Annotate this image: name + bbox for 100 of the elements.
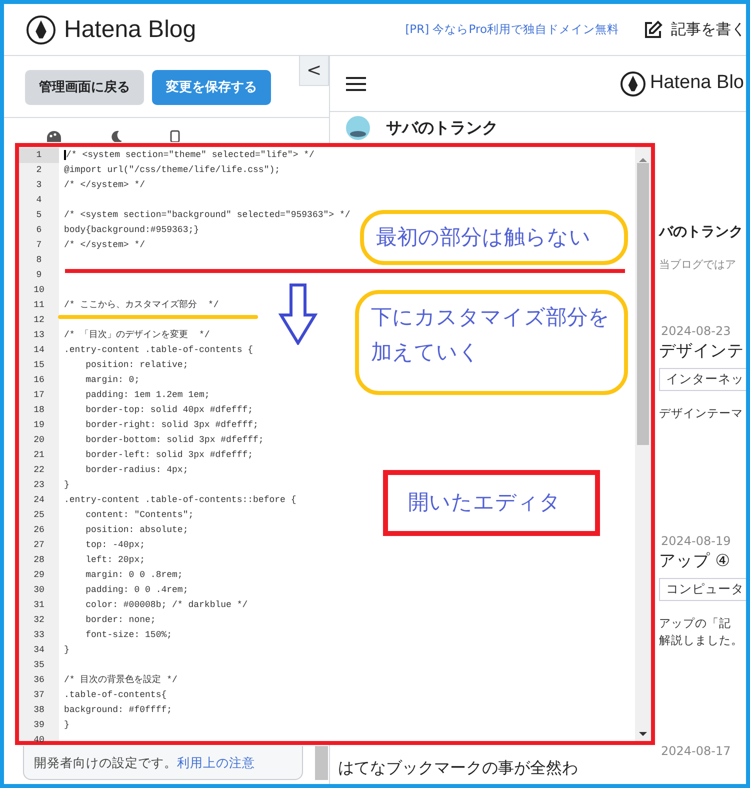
line-number: 25 [32, 509, 46, 522]
callout-text: 開いたエディタ [408, 489, 562, 516]
post-summary: デザインテーマ [659, 404, 744, 422]
post-title[interactable]: はてなブックマークの事が全然わ [330, 759, 746, 777]
edit-icon[interactable] [643, 20, 663, 40]
write-post-link[interactable]: 記事を書く [671, 18, 746, 41]
code-line: margin: 0; [84, 375, 140, 385]
line-number: 27 [32, 539, 46, 552]
code-line: border-radius: 4px; [84, 465, 188, 475]
code-line: font-size: 150%; [84, 630, 172, 640]
phone-icon[interactable] [170, 130, 180, 142]
code-line: border: none; [84, 615, 156, 625]
line-number: 18 [32, 404, 46, 417]
line-number: 26 [32, 524, 46, 537]
code-line: /* <system section="theme" selected="life"> */ [64, 150, 314, 160]
code-line: /* <system section="background" selected="959363"> */ [64, 210, 350, 220]
line-number: 1 [19, 148, 59, 163]
line-number: 35 [32, 659, 46, 672]
code-line: /* ここから、カスタマイズ部分 */ [64, 300, 219, 310]
line-number: 7 [35, 239, 43, 252]
code-line: body{background:#959363;} [64, 225, 200, 235]
palette-icon[interactable] [46, 130, 62, 142]
post-summary: アップの「記 [659, 614, 732, 632]
line-number: 21 [32, 449, 46, 462]
line-number: 9 [35, 269, 43, 282]
code-line: border-left: solid 3px #dfefff; [84, 450, 254, 460]
scrollbar-thumb[interactable] [637, 163, 649, 445]
line-number: 2 [35, 164, 43, 177]
down-arrow [278, 283, 318, 345]
code-line: color: #00008b; /* darkblue */ [84, 600, 248, 610]
code-line: border-right: solid 3px #dfefff; [84, 420, 258, 430]
code-line: margin: 0 0 .8rem; [84, 570, 183, 580]
line-number: 8 [35, 254, 43, 267]
promo-link[interactable]: [PR] 今ならPro利用で独自ドメイン無料 [405, 20, 619, 38]
line-number: 22 [32, 464, 46, 477]
pen-nib-icon [26, 14, 56, 44]
code-line: .table-of-contents{ [64, 690, 167, 700]
line-number: 10 [32, 284, 46, 297]
callout-text: 最初の部分は触らない [376, 224, 592, 251]
avatar[interactable] [346, 116, 370, 140]
code-line: .entry-content .table-of-contents { [64, 345, 254, 355]
post-title[interactable]: デザインテ [659, 339, 746, 364]
post-date: 2024-08-19 [660, 534, 732, 550]
line-number: 5 [35, 209, 43, 222]
code-line: .entry-content .table-of-contents::before { [64, 495, 296, 505]
code-line: /* 目次の背景色を設定 */ [64, 675, 178, 685]
line-number: 34 [32, 644, 46, 657]
line-number: 15 [32, 359, 46, 372]
blog-logo: Hatena Blo [650, 71, 744, 96]
code-line: @import url("/css/theme/life/life.css"); [64, 165, 280, 175]
line-number: 20 [32, 434, 46, 447]
code-line: position: relative; [84, 360, 188, 370]
help-note: 開発者向けの設定です。利用上の注意 [23, 746, 303, 780]
menu-icon[interactable] [346, 76, 366, 92]
code-line: } [64, 720, 70, 730]
code-editor[interactable] [15, 143, 655, 745]
line-number: 3 [35, 179, 43, 192]
collapse-button[interactable]: < [299, 56, 329, 86]
line-number: 12 [32, 314, 46, 327]
code-line: /* </system> */ [64, 240, 146, 250]
line-number: 24 [32, 494, 46, 507]
blog-title[interactable]: サバのトランク [386, 118, 498, 138]
code-line: left: 20px; [84, 555, 146, 565]
blog-description: 当ブログではア [659, 257, 737, 273]
blog-title[interactable]: バのトランク [659, 222, 746, 243]
code-line: padding: 0 0 .4rem; [84, 585, 188, 595]
line-number: 23 [32, 479, 46, 492]
site-logo: Hatena Blog [64, 14, 196, 44]
code-line: /* </system> */ [64, 180, 146, 190]
line-number: 4 [35, 194, 43, 207]
line-number: 31 [32, 599, 46, 612]
line-number: 29 [32, 569, 46, 582]
line-number: 37 [32, 689, 46, 702]
post-date: 2024-08-17 [660, 744, 732, 760]
line-number: 32 [32, 614, 46, 627]
category-tag[interactable]: コンピュータ [659, 578, 746, 601]
line-number: 6 [35, 224, 43, 237]
code-line: position: absolute; [84, 525, 188, 535]
terms-link[interactable]: 利用上の注意 [177, 755, 255, 770]
line-number: 14 [32, 344, 46, 357]
line-number: 33 [32, 629, 46, 642]
code-line: } [64, 480, 70, 490]
category-tag[interactable]: インターネッ [659, 368, 746, 391]
line-number: 11 [32, 299, 46, 312]
code-line: /* 「目次」のデザインを変更 */ [64, 330, 210, 340]
line-number: 39 [32, 719, 46, 732]
line-number: 36 [32, 674, 46, 687]
pen-nib-icon [620, 70, 646, 96]
code-line: padding: 1em 1.2em 1em; [84, 390, 210, 400]
code-line: border-top: solid 40px #dfefff; [84, 405, 254, 415]
moon-icon[interactable] [110, 130, 122, 142]
code-line: top: -40px; [84, 540, 146, 550]
callout-text: 加えていく [371, 338, 481, 366]
post-title[interactable]: アップ ④ [659, 549, 746, 574]
line-number: 19 [32, 419, 46, 432]
line-number: 16 [32, 374, 46, 387]
back-button[interactable]: 管理画面に戻る [25, 70, 144, 105]
code-line: content: "Contents"; [84, 510, 194, 520]
code-line: } [64, 645, 70, 655]
line-number: 17 [32, 389, 46, 402]
